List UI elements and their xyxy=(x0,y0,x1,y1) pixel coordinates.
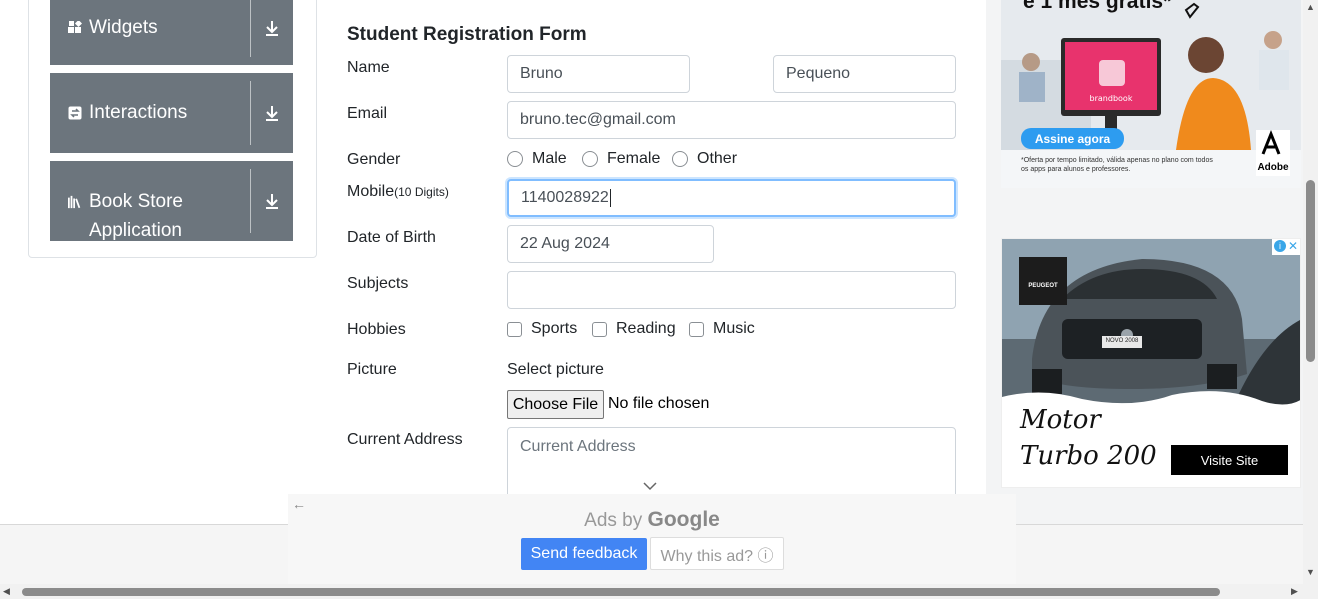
peugeot-logo-text: PEUGEOT xyxy=(1028,283,1058,289)
download-icon[interactable] xyxy=(251,73,293,153)
first-name-input[interactable]: Bruno xyxy=(507,55,690,93)
adobe-ad-cta[interactable]: Assine agora xyxy=(1021,128,1124,149)
mobile-label: Mobile(10 Digits) xyxy=(347,183,449,201)
ad-close-icon[interactable]: ✕ xyxy=(1288,240,1300,252)
menu-group-book-store-header: Book Store Application xyxy=(50,161,250,241)
choose-file-button[interactable]: Choose File xyxy=(507,390,604,419)
book-store-icon xyxy=(68,195,82,209)
gender-other-radio[interactable]: Other xyxy=(672,150,737,168)
email-label: Email xyxy=(347,105,388,122)
scroll-down-arrow-icon[interactable]: ▼ xyxy=(1306,567,1315,577)
select-picture-label: Select picture xyxy=(507,361,604,378)
file-status-text: No file chosen xyxy=(608,395,710,412)
checkbox-box[interactable] xyxy=(689,321,704,337)
gender-option-label: Female xyxy=(607,150,661,167)
gender-option-label: Male xyxy=(532,150,567,167)
mobile-label-text: Mobile xyxy=(347,183,395,200)
menu-group-interactions[interactable]: Interactions xyxy=(50,73,293,153)
picture-label: Picture xyxy=(347,361,397,378)
radio-circle[interactable] xyxy=(507,151,523,167)
google-ad-overlay: ← Ads by Google Send feedback Why this a… xyxy=(288,494,1016,584)
hobby-reading-checkbox[interactable]: Reading xyxy=(592,320,676,338)
hobby-label: Sports xyxy=(531,320,578,337)
ads-by-google: Ads by Google xyxy=(288,508,1016,532)
radio-circle[interactable] xyxy=(582,151,598,167)
mobile-value: 1140028922 xyxy=(521,189,609,206)
vertical-scroll-thumb[interactable] xyxy=(1306,180,1315,362)
menu-group-label: Interactions xyxy=(89,102,188,123)
car-ad-tagline-line1: Motor xyxy=(1020,405,1101,435)
visite-site-button[interactable]: Visite Site xyxy=(1171,445,1288,475)
gender-male-radio[interactable]: Male xyxy=(507,150,567,168)
menu-group-label: Book Store Application xyxy=(89,187,183,241)
menu-group-interactions-header: Interactions xyxy=(50,73,250,153)
gender-female-radio[interactable]: Female xyxy=(582,150,660,168)
dob-label: Date of Birth xyxy=(347,229,436,246)
send-feedback-button[interactable]: Send feedback xyxy=(521,538,647,570)
peugeot-ad[interactable]: PEUGEOT NOVO 2008 Motor Turbo 200 Visite… xyxy=(1001,238,1301,488)
mobile-input[interactable]: 1140028922 xyxy=(507,179,956,217)
last-name-input[interactable]: Pequeno xyxy=(773,55,956,93)
menu-group-label-line2: Application xyxy=(89,220,182,241)
scroll-right-arrow-icon[interactable]: ▶ xyxy=(1291,586,1298,597)
dob-input[interactable]: 22 Aug 2024 xyxy=(507,225,714,263)
hobby-music-checkbox[interactable]: Music xyxy=(689,320,755,338)
gender-label: Gender xyxy=(347,151,401,168)
adobe-ad[interactable]: brandbook e 1 mês grátis* Assine agora *… xyxy=(1001,0,1301,188)
menu-group-label: Widgets xyxy=(89,16,158,38)
car-plate-text: NOVO 2008 xyxy=(1105,338,1139,344)
scroll-up-arrow-icon[interactable]: ▲ xyxy=(1306,2,1315,12)
page: Widgets Interactions Book Store Applicati… xyxy=(0,0,1303,584)
widgets-icon xyxy=(68,20,82,35)
menu-group-widgets[interactable]: Widgets xyxy=(50,0,293,65)
adobe-logo-text: Adobe xyxy=(1257,162,1289,173)
chevron-down-icon xyxy=(643,478,657,492)
name-label: Name xyxy=(347,59,390,76)
gender-option-label: Other xyxy=(697,150,738,167)
hobby-label: Music xyxy=(713,320,755,337)
why-this-ad-button[interactable]: Why this ad? ⓘ xyxy=(650,537,784,570)
menu-group-label-line1: Book Store xyxy=(89,191,183,212)
subjects-label: Subjects xyxy=(347,275,409,292)
ad-info-icon[interactable]: i xyxy=(1274,240,1286,252)
google-logo-text: Google xyxy=(647,508,720,531)
hobby-sports-checkbox[interactable]: Sports xyxy=(507,320,577,338)
mobile-hint: (10 Digits) xyxy=(394,185,449,199)
car-ad-tagline-line2: Turbo 200 xyxy=(1020,441,1157,471)
menu-group-book-store[interactable]: Book Store Application xyxy=(50,161,293,241)
menu-group-widgets-header: Widgets xyxy=(50,0,250,65)
email-input[interactable]: bruno.tec@gmail.com xyxy=(507,101,956,139)
adobe-ad-fineprint: *Oferta por tempo limitado, válida apena… xyxy=(1021,157,1213,173)
brandbook-screen-text: brandbook xyxy=(1090,94,1133,103)
hobby-label: Reading xyxy=(616,320,676,337)
download-icon[interactable] xyxy=(251,0,293,65)
radio-circle[interactable] xyxy=(672,151,688,167)
ads-by-text: Ads by xyxy=(584,510,643,531)
download-icon[interactable] xyxy=(251,161,293,241)
text-cursor xyxy=(609,189,611,207)
subjects-input[interactable] xyxy=(507,271,956,309)
checkbox-box[interactable] xyxy=(507,321,522,337)
ad-choices[interactable]: i ✕ xyxy=(1274,240,1300,254)
interactions-icon xyxy=(68,106,82,120)
adobe-ad-headline: e 1 mês grátis* xyxy=(1023,0,1172,13)
checkbox-box[interactable] xyxy=(592,321,607,337)
current-address-label: Current Address xyxy=(347,431,463,448)
hobbies-label: Hobbies xyxy=(347,321,406,338)
form-title: Student Registration Form xyxy=(347,24,587,45)
scroll-left-arrow-icon[interactable]: ◀ xyxy=(3,586,10,597)
horizontal-scroll-thumb[interactable] xyxy=(22,588,1220,596)
